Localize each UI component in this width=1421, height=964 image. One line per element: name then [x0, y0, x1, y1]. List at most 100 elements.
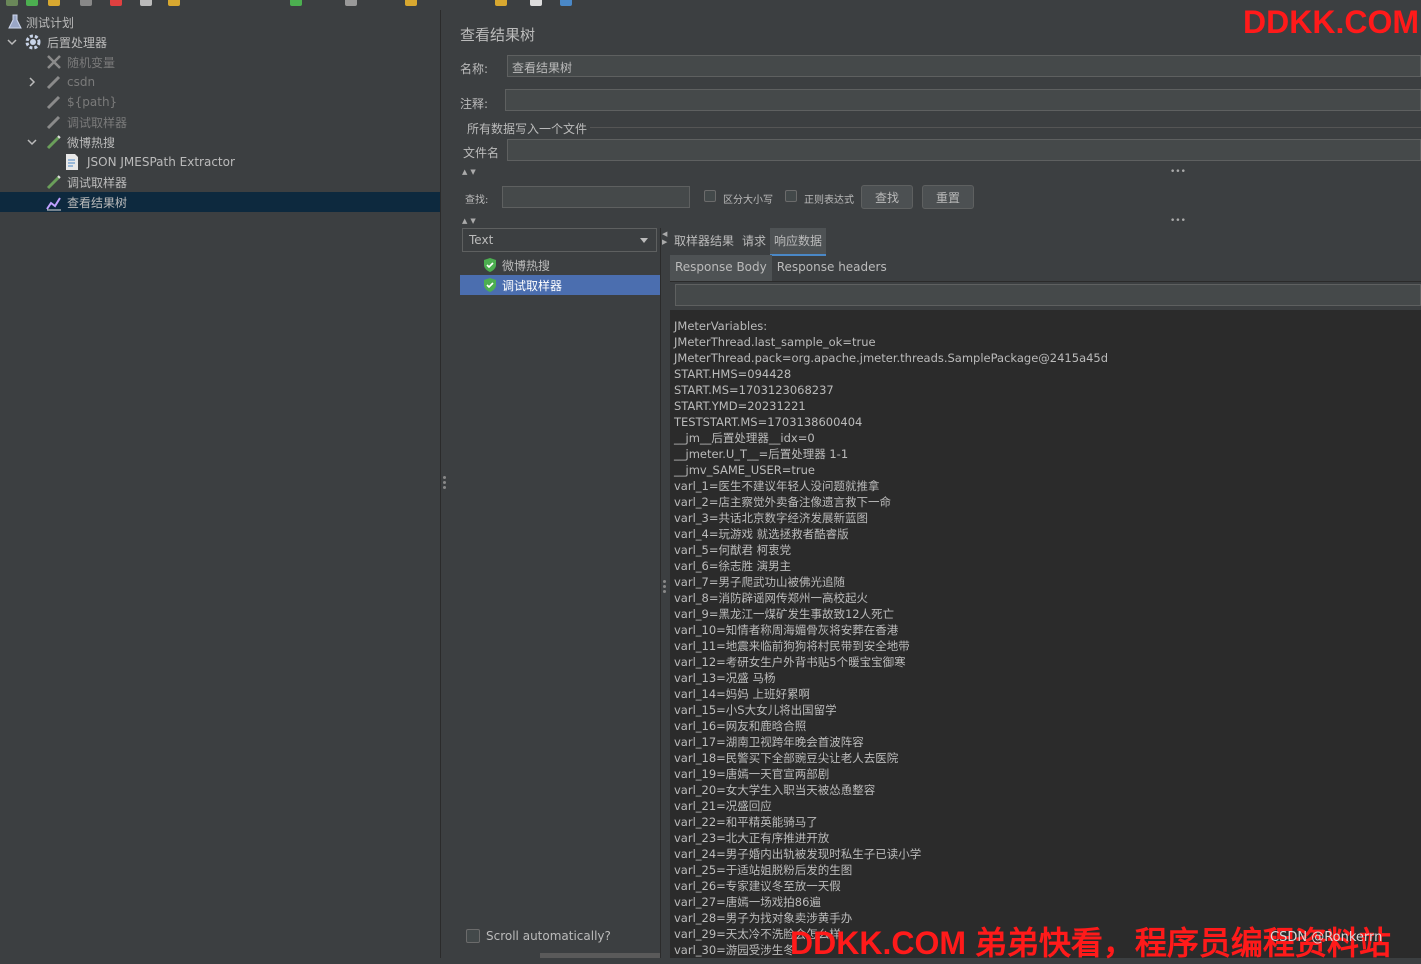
result-item-weibo-hot[interactable]: 微博热搜	[460, 255, 660, 275]
tree-item-random-variable[interactable]: 随机变量	[0, 52, 440, 72]
response-line: START.MS=1703123068237	[674, 383, 834, 397]
result-item-debug-sampler[interactable]: 调试取样器	[460, 275, 660, 295]
pencil-icon	[46, 175, 61, 190]
paste-icon[interactable]	[168, 0, 180, 6]
splitter-grip[interactable]	[443, 476, 447, 490]
drag-handle-icon[interactable]: •••	[1170, 167, 1186, 177]
tree-item-path[interactable]: ${path}	[0, 92, 440, 112]
chevron-down-icon	[640, 238, 648, 243]
results-splitter[interactable]: ◀ ▶	[660, 228, 669, 958]
tree-item-label: 调试取样器	[67, 175, 128, 190]
result-item-label: 调试取样器	[502, 278, 563, 293]
collapse-arrows-icon[interactable]: ◀ ▶	[662, 230, 667, 246]
response-subtabs: Response Body Response headers	[670, 255, 1421, 282]
tree-item-debug-sampler-disabled[interactable]: 调试取样器	[0, 112, 440, 132]
scroll-automatically-checkbox[interactable]	[466, 929, 480, 943]
new-plan-icon[interactable]	[6, 0, 18, 6]
comment-field[interactable]	[505, 89, 1421, 111]
name-label: 名称:	[460, 62, 489, 76]
view-results-tree-panel: 查看结果树 DDKK.COM 名称: 查看结果树 注释: 所有数据写入一个文件 …	[450, 4, 1421, 958]
drag-handle-icon[interactable]: •••	[1170, 216, 1186, 226]
copy-icon[interactable]	[140, 0, 152, 6]
response-line: varl_24=男子婚内出轨被发现时私生子已读小学	[674, 847, 922, 861]
subtab-response-body[interactable]: Response Body	[670, 255, 772, 281]
group-border	[590, 127, 1421, 128]
flask-icon	[8, 14, 22, 29]
response-line: varl_10=知情者称周海媚骨灰将安葬在香港	[674, 623, 899, 637]
toolbar	[0, 0, 1421, 8]
response-line: __jm__后置处理器__idx=0	[674, 431, 815, 445]
open-icon[interactable]	[26, 0, 38, 6]
clear-icon[interactable]	[405, 0, 417, 6]
chevron-down-icon[interactable]	[7, 37, 17, 47]
tree-item-jmespath-extractor[interactable]: JSON JMESPath Extractor	[0, 152, 440, 172]
tree-item-label: 调试取样器	[67, 115, 128, 130]
tree-item-label: 测试计划	[26, 15, 75, 30]
reset-button[interactable]: 重置	[922, 185, 974, 209]
success-shield-icon	[484, 278, 496, 292]
collapse-arrows-icon[interactable]: ▲▼	[462, 217, 479, 225]
tree-item-weibo-hot[interactable]: 微博热搜	[0, 132, 440, 152]
response-line: TESTSTART.MS=1703138600404	[674, 415, 863, 429]
tree-item-label: 后置处理器	[47, 35, 108, 50]
delete-icon[interactable]	[110, 0, 122, 6]
tab-response-data[interactable]: 响应数据	[770, 228, 827, 256]
splitter-grip[interactable]	[663, 580, 666, 595]
save-icon[interactable]	[48, 0, 60, 6]
response-line: varl_1=医生不建议年轻人没问题就推拿	[674, 479, 880, 493]
regex-checkbox[interactable]	[785, 190, 797, 202]
tab-sampler-result[interactable]: 取样器结果	[670, 228, 738, 254]
pencil-icon	[46, 135, 61, 150]
cut-icon[interactable]	[80, 0, 92, 6]
pencil-icon	[46, 95, 61, 110]
response-line: varl_17=湖南卫视跨年晚会首波阵容	[674, 735, 864, 749]
response-line: varl_7=男子爬武功山被佛光追随	[674, 575, 845, 589]
tree-item-label: csdn	[67, 75, 96, 89]
response-line: varl_25=于适站姐脱粉后发的生图	[674, 863, 853, 877]
tree-item-view-results-tree[interactable]: 查看结果树	[0, 192, 440, 212]
tree-item-csdn[interactable]: csdn	[0, 72, 440, 92]
response-line: JMeterThread.last_sample_ok=true	[674, 335, 876, 349]
tree-item-label: ${path}	[67, 95, 118, 109]
success-shield-icon	[484, 258, 496, 272]
response-line: varl_20=女大学生入职当天被怂恿整容	[674, 783, 876, 797]
response-body-text[interactable]: JMeterVariables: JMeterThread.last_sample…	[670, 310, 1421, 958]
response-line: JMeterVariables:	[674, 319, 768, 333]
horizontal-scrollbar[interactable]	[540, 953, 660, 958]
search-icon[interactable]	[495, 0, 507, 6]
split-bar-top[interactable]: ▲▼ •••	[462, 167, 1421, 177]
name-field[interactable]: 查看结果树	[507, 55, 1421, 77]
chevron-right-icon[interactable]	[27, 77, 37, 87]
result-item-label: 微博热搜	[502, 258, 551, 273]
chevron-down-icon[interactable]	[27, 137, 37, 147]
collapse-arrows-icon[interactable]: ▲▼	[462, 168, 479, 176]
subtab-response-headers[interactable]: Response headers	[772, 255, 892, 281]
search-input[interactable]	[502, 186, 690, 208]
filename-field[interactable]	[507, 139, 1421, 161]
tree-item-thread-group[interactable]: 后置处理器	[0, 32, 440, 52]
response-line: START.HMS=094428	[674, 367, 792, 381]
csdn-watermark: CSDN @Ronkerrn	[1270, 930, 1383, 945]
response-line: varl_4=玩游戏 就选拯救者酷睿版	[674, 527, 849, 541]
find-button[interactable]: 查找	[861, 185, 913, 209]
regex-label: 正则表达式	[804, 195, 854, 206]
tree-item-debug-sampler[interactable]: 调试取样器	[0, 172, 440, 192]
response-line: varl_21=况盛回应	[674, 799, 772, 813]
tree-item-test-plan[interactable]: 测试计划	[0, 12, 440, 32]
tree-item-label: JSON JMESPath Extractor	[87, 155, 235, 169]
case-sensitive-checkbox[interactable]	[704, 190, 716, 202]
options-icon[interactable]	[560, 0, 572, 6]
tree-item-label: 随机变量	[67, 55, 116, 70]
response-line: varl_3=共话北京数字经济发展新蓝图	[674, 511, 868, 525]
response-line: __jmeter.U_T__=后置处理器 1-1	[674, 447, 849, 461]
renderer-select[interactable]: Text	[462, 228, 657, 252]
response-line: varl_27=唐嫣一场戏拍86遍	[674, 895, 821, 909]
help-icon[interactable]	[530, 0, 542, 6]
response-search-input[interactable]	[675, 284, 1421, 306]
scroll-automatically-label: Scroll automatically?	[486, 929, 611, 943]
stop-icon[interactable]	[345, 0, 357, 6]
start-icon[interactable]	[290, 0, 302, 6]
tree-item-label: 查看结果树	[67, 195, 128, 210]
tab-request[interactable]: 请求	[738, 228, 770, 254]
split-bar-bottom[interactable]: ▲▼ •••	[462, 216, 1421, 226]
